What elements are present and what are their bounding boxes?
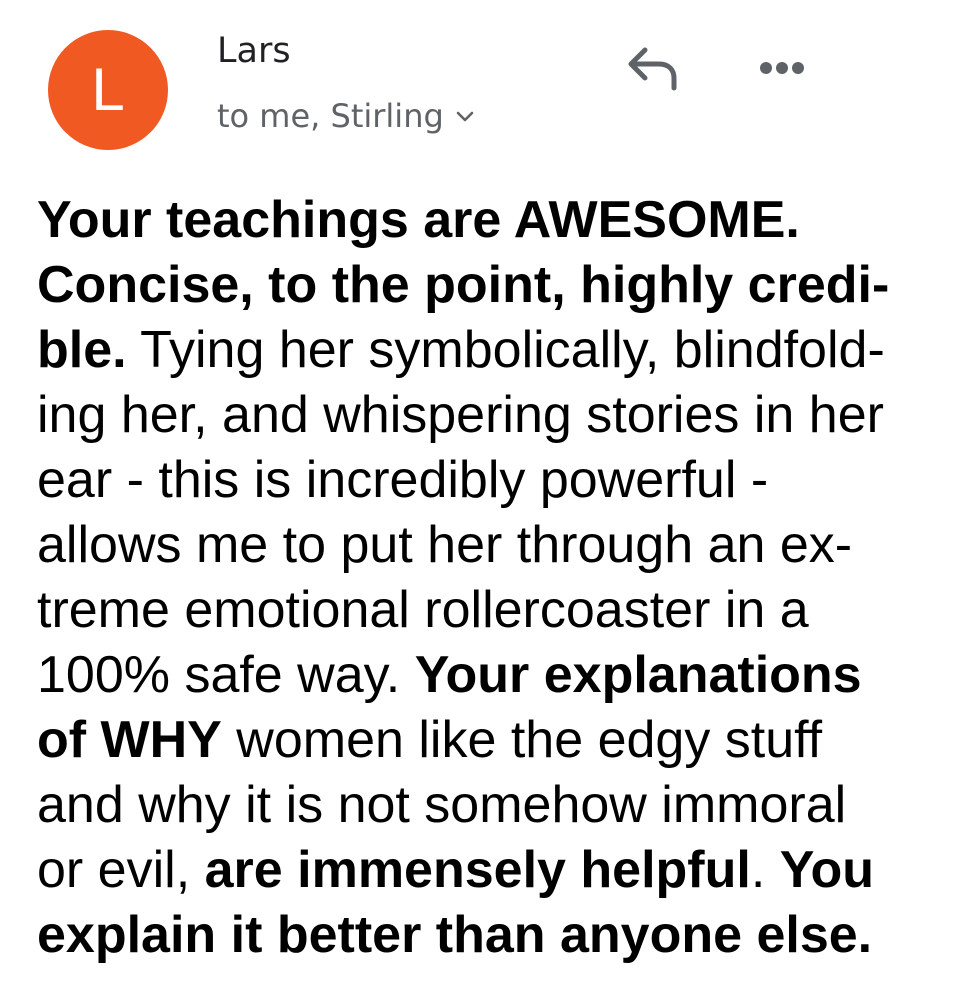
text-segment: 100% safe way.: [37, 646, 415, 704]
text-segment: ear - this is incredibly powerful -: [37, 451, 769, 509]
text-segment: .: [750, 841, 780, 899]
text-segment: treme emotional rollercoaster in a: [37, 581, 809, 639]
message-line: treme emotional rollercoaster in a: [37, 578, 937, 643]
more-horizontal-icon: [760, 62, 804, 74]
bold-text-segment: Concise, to the point, highly credi-: [37, 256, 890, 314]
message-line: Your teachings are AWESOME.: [37, 188, 937, 253]
text-segment: ing her, and whispering stories in her: [37, 386, 884, 444]
bold-text-segment: You: [779, 841, 875, 899]
message-body: Your teachings are AWESOME. Concise, to t…: [37, 188, 937, 968]
bold-text-segment: ble.: [37, 321, 127, 379]
bold-text-segment: Your explanations: [414, 646, 862, 704]
message-line: or evil, are immensely helpful. You: [37, 838, 937, 903]
sender-name[interactable]: Lars: [217, 30, 291, 72]
message-line: and why it is not somehow immoral: [37, 773, 937, 838]
message-line: allows me to put her through an ex-: [37, 513, 937, 578]
message-line: ble. Tying her symbolically, blindfold-: [37, 318, 937, 383]
reply-arrow-icon: [628, 47, 677, 91]
more-options-button[interactable]: [746, 38, 818, 98]
message-line: 100% safe way. Your explanations: [37, 643, 937, 708]
reply-button[interactable]: [614, 38, 690, 98]
bold-text-segment: explain it better than anyone else.: [37, 906, 873, 964]
text-segment: Tying her symbolically, blindfold-: [126, 321, 885, 379]
bold-text-segment: are immensely helpful: [204, 841, 751, 899]
message-line: of WHY women like the edgy stuff: [37, 708, 937, 773]
message-header: L Lars to me, Stirling: [0, 0, 954, 170]
chevron-down-icon: [456, 111, 474, 122]
bold-text-segment: Your teachings are AWESOME.: [37, 191, 800, 249]
avatar[interactable]: L: [48, 30, 168, 150]
text-segment: women like the edgy stuff: [221, 711, 823, 769]
recipients-toggle[interactable]: to me, Stirling: [217, 97, 476, 135]
recipients-label: to me, Stirling: [217, 97, 444, 135]
text-segment: and why it is not somehow immoral: [37, 776, 847, 834]
message-line: explain it better than anyone else.: [37, 903, 937, 968]
text-segment: or evil,: [37, 841, 205, 899]
message-line: ing her, and whispering stories in her: [37, 383, 937, 448]
text-segment: allows me to put her through an ex-: [37, 516, 853, 574]
message-line: Concise, to the point, highly credi-: [37, 253, 937, 318]
message-line: ear - this is incredibly powerful -: [37, 448, 937, 513]
bold-text-segment: of WHY: [37, 711, 222, 769]
